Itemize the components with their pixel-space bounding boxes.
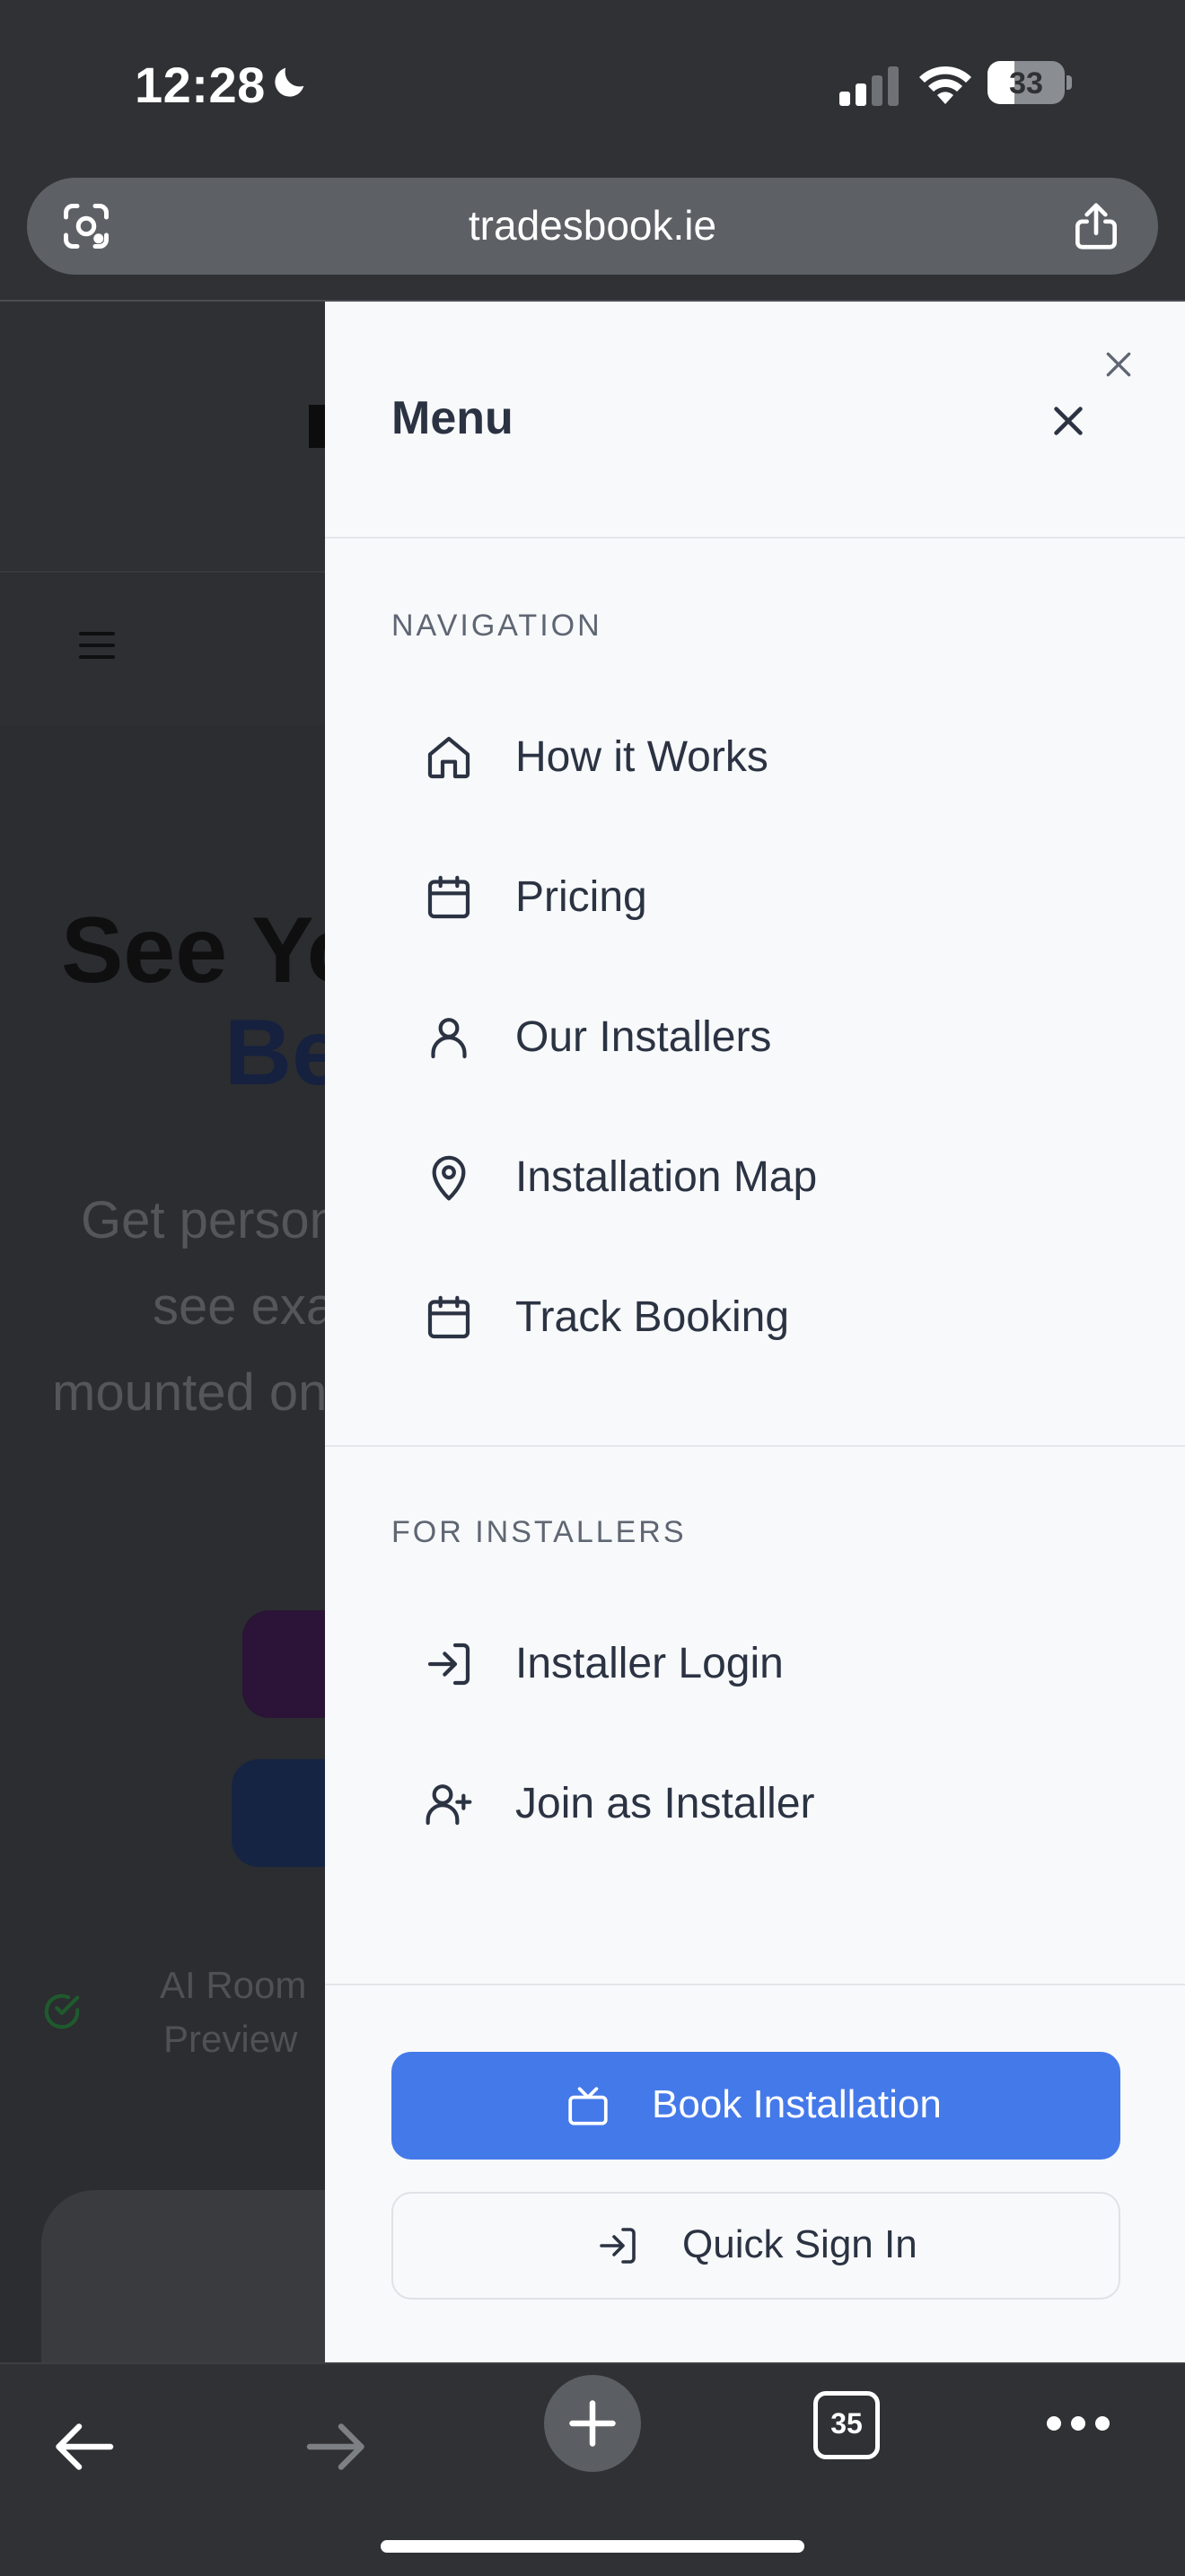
for-installers-heading: FOR INSTALLERS xyxy=(391,1515,687,1549)
hero-headline-accent: Be xyxy=(224,1001,325,1105)
hero-paragraph-line: Get person xyxy=(81,1191,325,1249)
user-icon xyxy=(431,1018,467,1059)
drawer-divider xyxy=(325,1445,1185,1447)
home-indicator xyxy=(381,2540,804,2553)
wifi-icon xyxy=(919,66,971,104)
battery-indicator: 33 xyxy=(988,61,1074,104)
site-logo xyxy=(309,405,325,448)
plus-icon xyxy=(569,2400,616,2447)
close-icon[interactable] xyxy=(1101,346,1137,382)
quick-sign-in-button[interactable]: Quick Sign In xyxy=(391,2192,1120,2300)
new-tab-button[interactable] xyxy=(544,2375,641,2472)
home-icon xyxy=(427,736,470,779)
nav-item-label: Track Booking xyxy=(515,1293,790,1341)
nav-item-installation-map[interactable]: Installation Map xyxy=(397,1127,1133,1226)
moon-icon xyxy=(275,67,304,97)
tabs-button[interactable]: 35 xyxy=(813,2391,880,2459)
book-installation-button[interactable]: Book Installation xyxy=(391,2052,1120,2160)
close-menu-button[interactable] xyxy=(1048,400,1089,442)
feature-label: Preview xyxy=(163,2018,298,2060)
nav-item-how-it-works[interactable]: How it Works xyxy=(397,707,1133,806)
nav-item-label: Our Installers xyxy=(515,1013,772,1061)
menu-title: Menu xyxy=(391,392,514,444)
quick-sign-in-label: Quick Sign In xyxy=(682,2222,917,2266)
tab-count: 35 xyxy=(830,2407,863,2440)
forward-arrow-icon[interactable] xyxy=(305,2420,368,2474)
hero-primary-button[interactable] xyxy=(242,1610,325,1718)
nav-item-label: How it Works xyxy=(515,733,768,781)
menu-drawer: Menu NAVIGATION How it Works Pricing Our… xyxy=(325,302,1185,2362)
cellular-signal-icon xyxy=(839,66,899,106)
navigation-heading: NAVIGATION xyxy=(391,609,602,643)
background-page: See Yo Be Get person see exa mounted on … xyxy=(0,302,325,2362)
site-nav-bar xyxy=(0,571,325,725)
calendar-icon xyxy=(427,1295,470,1339)
calendar-icon xyxy=(427,875,470,919)
share-icon[interactable] xyxy=(1068,197,1124,255)
map-pin-icon xyxy=(432,1155,466,1201)
feature-label: AI Room xyxy=(160,1964,307,2006)
status-time: 12:28 xyxy=(135,57,266,113)
login-icon xyxy=(600,2228,636,2264)
nav-item-label: Installation Map xyxy=(515,1153,818,1201)
url-text[interactable]: tradesbook.ie xyxy=(27,201,1158,250)
nav-item-label: Pricing xyxy=(515,873,647,921)
nav-item-track-booking[interactable]: Track Booking xyxy=(397,1267,1133,1366)
status-bar: 12:28 33 tradesbook.ie xyxy=(0,0,1185,275)
battery-level: 33 xyxy=(1009,66,1043,101)
drawer-divider xyxy=(325,537,1185,539)
check-circle-icon xyxy=(44,1993,80,2029)
nav-item-label: Installer Login xyxy=(515,1640,784,1687)
browser-toolbar: 35 xyxy=(0,2362,1185,2576)
hero-paragraph-line: see exa xyxy=(153,1277,325,1336)
nav-item-pricing[interactable]: Pricing xyxy=(397,847,1133,946)
more-options-icon[interactable] xyxy=(1045,2414,1111,2432)
preview-card xyxy=(41,2190,325,2362)
book-installation-label: Book Installation xyxy=(652,2082,942,2126)
tv-icon xyxy=(568,2087,608,2125)
drawer-divider xyxy=(325,1984,1185,1985)
nav-item-installer-login[interactable]: Installer Login xyxy=(397,1614,1133,1713)
nav-item-label: Join as Installer xyxy=(515,1780,815,1827)
hero-paragraph-line: mounted on xyxy=(52,1363,325,1422)
login-icon xyxy=(427,1643,470,1686)
nav-item-join-as-installer[interactable]: Join as Installer xyxy=(397,1754,1133,1853)
site-header xyxy=(0,302,325,571)
address-bar[interactable]: tradesbook.ie xyxy=(27,178,1158,275)
user-plus-icon xyxy=(426,1784,472,1826)
hero-secondary-button[interactable] xyxy=(232,1759,325,1867)
back-arrow-icon[interactable] xyxy=(52,2420,115,2474)
nav-item-our-installers[interactable]: Our Installers xyxy=(397,987,1133,1086)
hero-headline: See Yo xyxy=(61,898,325,1003)
hamburger-menu-icon[interactable] xyxy=(79,630,115,661)
